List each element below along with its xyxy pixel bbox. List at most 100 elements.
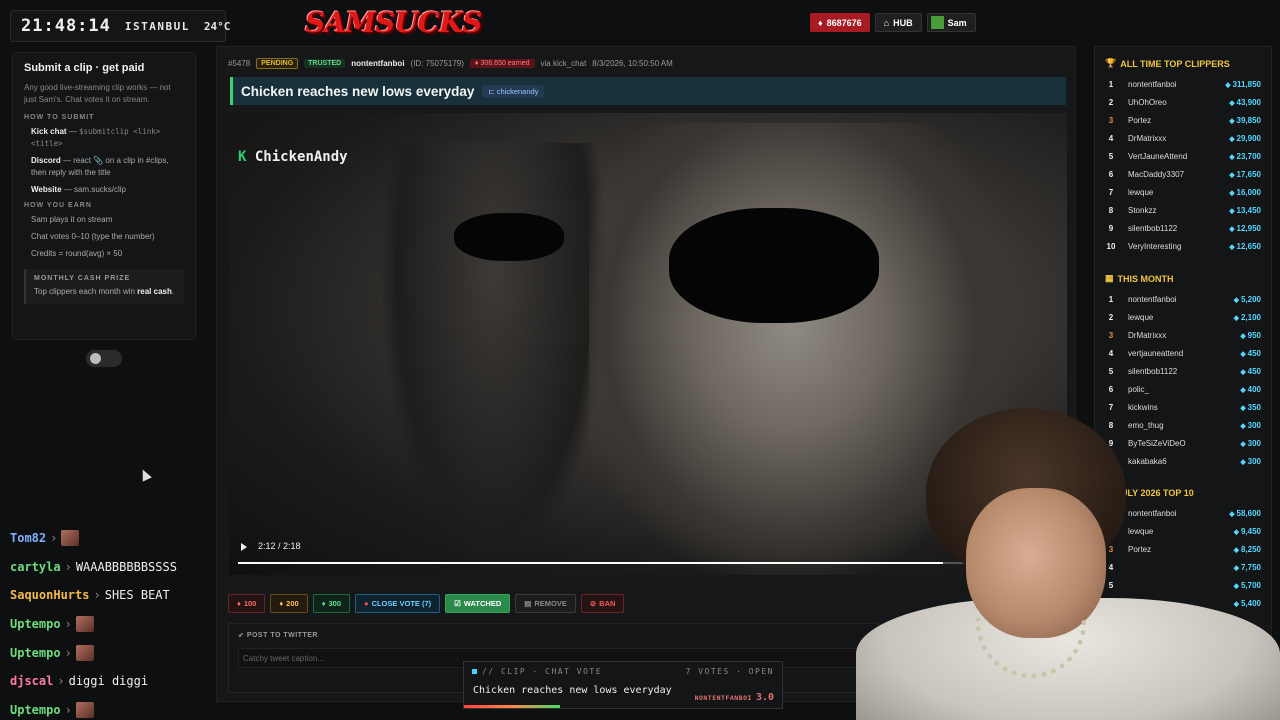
vote-300-button[interactable]: ♦ 300 [312,594,351,613]
earn-step: Chat votes 0–10 (type the number) [31,232,155,241]
leaderboard-score: 12,650 [1229,242,1261,251]
leaderboard-name: DrMatrixxx [1128,133,1167,143]
vote-label: // CLIP · CHAT VOTE [472,667,602,676]
user-name: Sam [947,17,967,28]
chat-text: diggi diggi [68,674,149,689]
chat-username[interactable]: cartyla [10,560,61,574]
vote-200-button[interactable]: ♦ 200 [270,594,308,613]
prize-box: MONTHLY CASH PRIZE Top clippers each mon… [24,269,184,304]
submit-description: Any good live-streaming clip works — not… [24,83,171,104]
chat-username[interactable]: Tom82 [10,531,46,545]
leaderboard-row[interactable]: 3 DrMatrixxx 950 [1105,326,1261,344]
gems-balance-button[interactable]: ♦ 8687676 [810,13,870,32]
theme-toggle[interactable] [86,350,122,367]
chat-username[interactable]: djscal [10,674,53,688]
leaderboard-name: nontentfanboi [1128,79,1177,89]
play-icon[interactable] [241,543,247,551]
chat-feed: Tom82 › cartyla › WAAABBBBBBSSSS SaquonHurt… [10,524,210,720]
vote-actions: ♦ 100 ♦ 200 ♦ 300 ● CLOSE VOTE (7) ☑ WATCHED … [228,594,625,613]
gem-icon: ♦ [818,17,823,28]
leaderboard-row[interactable]: 2 lewque 2,100 [1105,308,1261,326]
site-logo[interactable]: SAMSUCKS [305,6,482,39]
close-vote-button[interactable]: ● CLOSE VOTE (7) [355,594,441,613]
alltime-title: 🏆 ALL TIME TOP CLIPPERS [1105,58,1230,69]
leaderboard-score: 450 [1240,349,1261,358]
kick-instruction: Kick chat — $submitclip <link> <title> [31,127,161,148]
leaderboard-row[interactable]: 6 MacDaddy3307 17,650 [1105,165,1261,183]
leaderboard-rank: 6 [1108,384,1114,394]
chat-message: djscal › diggi diggi [10,674,149,689]
leaderboard-row[interactable]: 1 nontentfanboi 311,850 [1105,75,1261,93]
channel-tag[interactable]: ⊏ chickenandy [482,84,545,98]
alltime-leaderboard: 🏆ALL TIME TOP CLIPPERS 1 nontentfanboi 311… [1105,58,1261,255]
leaderboard-name: lewque [1128,187,1154,197]
chat-text: SHES BEAT [104,588,170,603]
status-badge: PENDING [256,58,299,69]
trusted-badge: TRUSTED [304,59,346,68]
clip-meta: #5478 PENDING TRUSTED nontentfanboi (ID:… [228,58,673,69]
kick-icon: ⊏ [488,86,497,96]
leaderboard-row[interactable]: 5 VertJauneAttend 23,700 [1105,147,1261,165]
leaderboard-row[interactable]: 7 lewque 16,000 [1105,183,1261,201]
leaderboard-score: 23,700 [1229,152,1261,161]
twitter-heading: ➶ POST TO TWITTER [238,632,318,639]
ban-button[interactable]: ⊘ BAN [580,594,625,613]
chat-username[interactable]: Uptempo [10,703,61,717]
leaderboard-name: silentbob1122 [1128,366,1178,376]
leaderboard-score: 16,000 [1229,188,1261,197]
leaderboard-row[interactable]: 4 DrMatrixxx 29,900 [1105,129,1261,147]
leaderboard-row[interactable]: 4 vertjauneattend 450 [1105,344,1261,362]
leaderboard-score: 311,850 [1225,80,1261,89]
chat-username[interactable]: Uptempo [10,646,61,660]
leaderboard-name: VertJauneAttend [1128,151,1188,161]
remove-button[interactable]: ▤ REMOVE [515,594,576,613]
chat-message: Uptempo › [10,696,210,720]
chat-username[interactable]: Uptempo [10,617,61,631]
trophy-icon: 🏆 [1105,58,1117,68]
video-time: 2:12 / 2:18 [258,541,301,551]
vote-100-button[interactable]: ♦ 100 [228,594,266,613]
leaderboard-rank: 1 [1108,79,1114,89]
prize-text: Top clippers each month win real cash. [34,287,175,296]
hub-label: HUB [893,17,913,28]
leaderboard-row[interactable]: 8 Stonkzz 13,450 [1105,201,1261,219]
leaderboard-name: MacDaddy3307 [1128,169,1185,179]
leaderboard-row[interactable]: 1 nontentfanboi 5,200 [1105,290,1261,308]
leaderboard-rank: 4 [1108,348,1114,358]
leaderboard-score: 39,850 [1229,116,1261,125]
submitter-name[interactable]: nontentfanboi [351,59,404,68]
leaderboard-row[interactable]: 6 polic_ 400 [1105,380,1261,398]
leaderboard-name: silentbob1122 [1128,223,1178,233]
leaderboard-row[interactable]: 9 silentbob1122 12,950 [1105,219,1261,237]
home-icon: ⌂ [883,17,890,28]
leaderboard-score: 17,650 [1229,170,1261,179]
leaderboard-rank: 4 [1108,133,1114,143]
vote-user: NONTENTFANBOI [694,694,752,702]
chat-username[interactable]: SaquonHurts [10,588,89,602]
month-title: ▦ THIS MONTH [1105,273,1174,284]
emote-icon [75,644,94,661]
leaderboard-name: lewque [1128,312,1154,322]
how-earn-heading: HOW YOU EARN [24,202,92,209]
leaderboard-row[interactable]: 3 Portez 39,850 [1105,111,1261,129]
leaderboard-score: 2,100 [1234,313,1261,322]
clock-time: 21:48:14 [21,16,111,36]
submit-title: Submit a clip · get paid [24,62,145,74]
leaderboard-name: polic_ [1128,384,1149,394]
prize-heading: MONTHLY CASH PRIZE [34,275,131,282]
hub-button[interactable]: ⌂ HUB [874,13,922,32]
leaderboard-score: 400 [1240,385,1261,394]
leaderboard-row[interactable]: 2 UhOhOreo 43,900 [1105,93,1261,111]
earn-step: Credits = round(avg) × 50 [31,249,123,258]
watched-button[interactable]: ☑ WATCHED [445,594,511,613]
leaderboard-score: 450 [1240,367,1261,376]
submitter-id: (ID: 75075179) [410,59,464,68]
chat-message: SaquonHurts › SHES BEAT [10,588,170,603]
mouse-cursor-icon [138,467,152,482]
user-menu-button[interactable]: Sam [926,13,976,32]
leaderboard-row[interactable]: 10 VeryInteresting 12,650 [1105,237,1261,255]
leaderboard-name: Portez [1128,115,1152,125]
avatar [930,16,944,29]
leaderboard-row[interactable]: 5 silentbob1122 450 [1105,362,1261,380]
leaderboard-rank: 5 [1108,366,1114,376]
